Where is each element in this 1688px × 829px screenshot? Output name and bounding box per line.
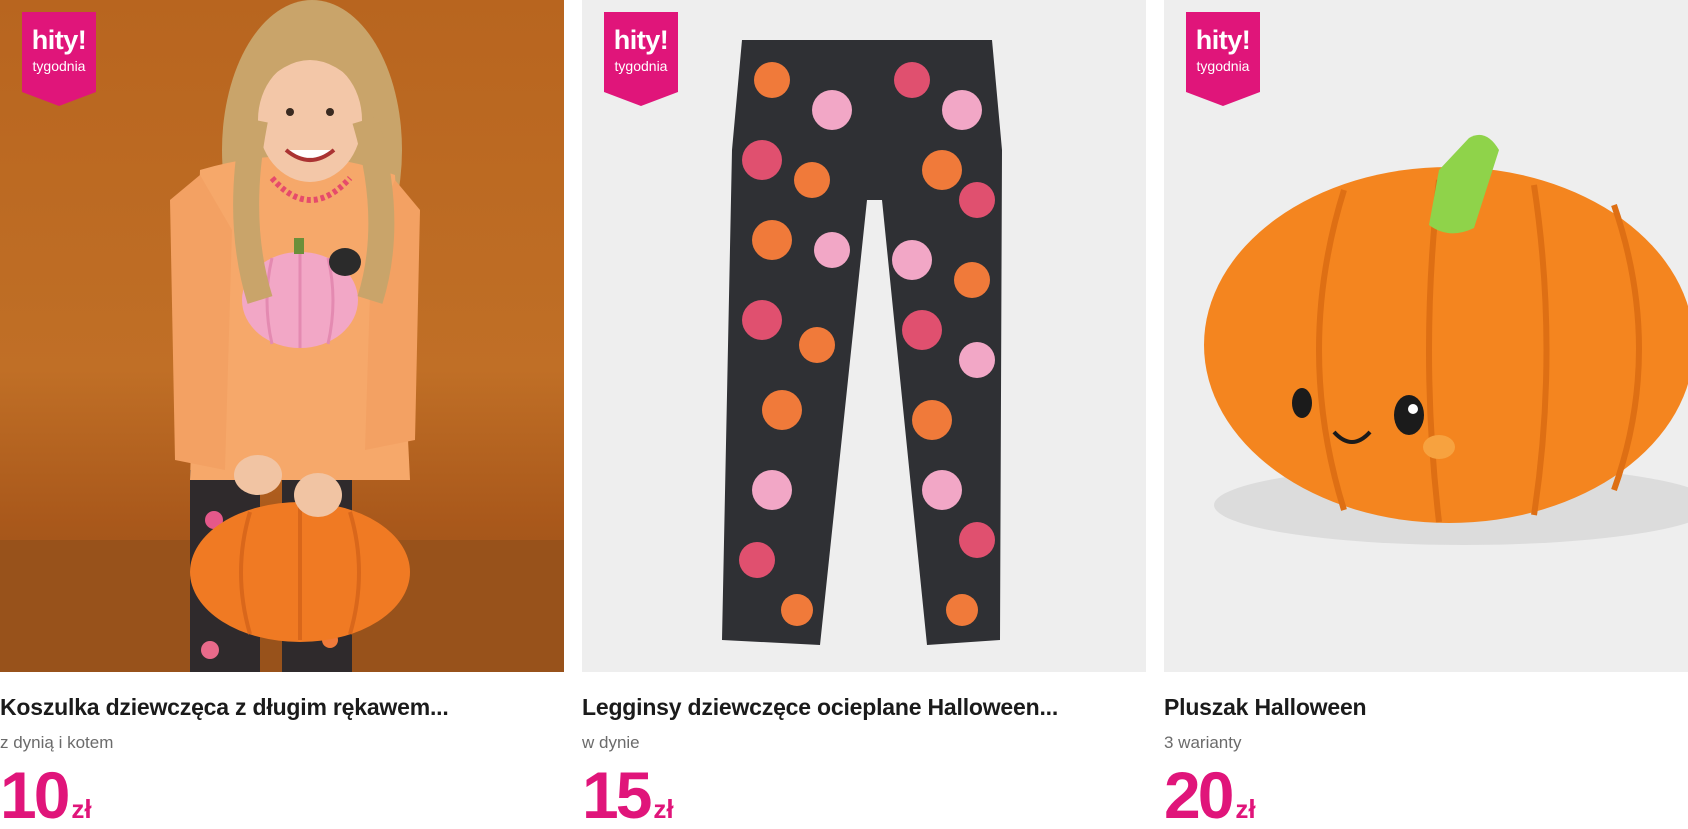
badge-title: hity! [613, 25, 669, 55]
product-subtitle: 3 warianty [1164, 733, 1242, 752]
price-amount: 20 [1164, 758, 1234, 829]
hits-of-the-week-badge: hity! tygodnia [1186, 12, 1260, 106]
product-title[interactable]: Pluszak Halloween [1164, 694, 1688, 721]
product-subtitle: w dynie [582, 733, 640, 752]
badge-title: hity! [31, 25, 87, 55]
product-title[interactable]: Legginsy dziewczęce ocieplane Halloween.… [582, 694, 1142, 721]
product-price: 20 zł [1164, 762, 1256, 828]
price-amount: 10 [0, 758, 70, 829]
price-currency: zł [1235, 794, 1256, 824]
price-amount: 15 [582, 758, 652, 829]
hits-of-the-week-badge: hity! tygodnia [22, 12, 96, 106]
product-title[interactable]: Koszulka dziewczęca z długim rękawem... [0, 694, 560, 721]
badge-subtitle: tygodnia [614, 58, 668, 74]
product-price: 15 zł [582, 762, 674, 828]
price-currency: zł [653, 794, 674, 824]
product-subtitle: z dynią i kotem [0, 733, 114, 752]
badge-title: hity! [1195, 25, 1251, 55]
product-card[interactable]: hity! tygodnia Pluszak Halloween 3 waria… [1164, 0, 1688, 829]
badge-subtitle: tygodnia [1196, 58, 1250, 74]
product-card[interactable]: hity! tygodnia Koszulka dziewczęca z dłu… [0, 0, 564, 829]
product-price: 10 zł [0, 762, 92, 828]
badge-subtitle: tygodnia [32, 58, 86, 74]
product-card[interactable]: hity! tygodnia Legginsy dziewczęce ociep… [582, 0, 1146, 829]
product-grid: hity! tygodnia Koszulka dziewczęca z dłu… [0, 0, 1688, 829]
price-currency: zł [71, 794, 92, 824]
hits-of-the-week-badge: hity! tygodnia [604, 12, 678, 106]
